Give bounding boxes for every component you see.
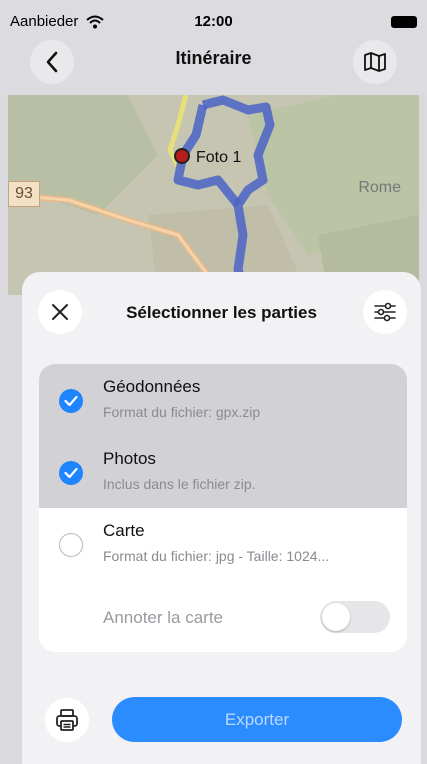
export-button[interactable]: Exporter [112,697,402,742]
export-sheet: Sélectionner les parties Géodonnées Form… [22,272,421,764]
list-item-map[interactable]: Carte Format du fichier: jpg - Taille: 1… [39,508,407,580]
status-bar: Aanbieder 12:00 [0,10,427,34]
photo-marker[interactable] [174,148,190,164]
toggle-knob [322,603,350,631]
map-button[interactable] [353,40,397,84]
sheet-title: Sélectionner les parties [126,303,317,322]
clock: 12:00 [194,13,233,30]
list-item-title: Géodonnées [103,377,201,396]
app-screen: Aanbieder 12:00 Itinéraire Rome 93 Foto … [0,0,427,764]
printer-icon [56,709,78,731]
photo-marker-label: Foto 1 [196,149,242,166]
list-item-title: Photos [103,449,156,468]
list-item-title: Carte [103,521,145,540]
parts-list: Géodonnées Format du fichier: gpx.zip Ph… [39,364,407,652]
road-number-badge: 93 [8,181,40,207]
empty-circle-icon[interactable] [59,533,83,557]
top-bar: Aanbieder 12:00 Itinéraire [0,0,427,95]
sliders-icon [374,302,396,322]
list-item-geodata[interactable]: Géodonnées Format du fichier: gpx.zip [39,364,407,436]
map-icon [364,52,386,72]
list-item-photos[interactable]: Photos Inclus dans le fichier zip. [39,436,407,508]
checkmark-icon[interactable] [59,389,83,413]
list-item-subtitle: Format du fichier: gpx.zip [103,404,261,420]
battery-icon [391,16,417,28]
annotate-map-toggle[interactable] [320,601,390,633]
print-button[interactable] [45,698,89,742]
list-item-subtitle: Format du fichier: jpg - Taille: 1024... [103,548,330,564]
checkmark-icon[interactable] [59,461,83,485]
annotate-map-label: Annoter la carte [103,608,224,627]
route-map[interactable]: Rome [8,95,419,295]
map-place-label: Rome [358,179,401,196]
settings-button[interactable] [363,290,407,334]
list-item-subtitle: Inclus dans le fichier zip. [103,476,256,492]
